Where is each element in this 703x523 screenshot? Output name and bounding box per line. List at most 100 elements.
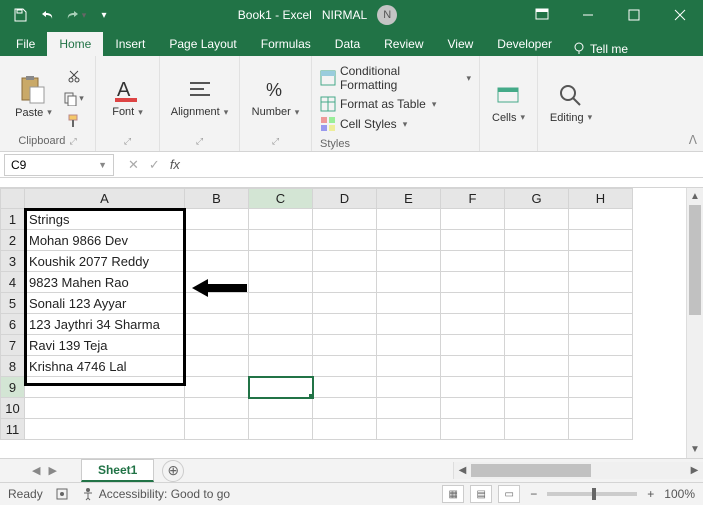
cell-G7[interactable] bbox=[505, 335, 569, 356]
cell-B7[interactable] bbox=[185, 335, 249, 356]
close-button[interactable] bbox=[657, 0, 703, 30]
page-layout-view-button[interactable]: ▤ bbox=[470, 485, 492, 503]
cell-A8[interactable]: Krishna 4746 Lal bbox=[25, 356, 185, 377]
cell-G4[interactable] bbox=[505, 272, 569, 293]
cell-H3[interactable] bbox=[569, 251, 633, 272]
cell-A5[interactable]: Sonali 123 Ayyar bbox=[25, 293, 185, 314]
cell-G5[interactable] bbox=[505, 293, 569, 314]
tab-data[interactable]: Data bbox=[323, 32, 372, 56]
tab-file[interactable]: File bbox=[4, 32, 47, 56]
paste-button[interactable]: Paste bbox=[11, 73, 56, 121]
cell-G9[interactable] bbox=[505, 377, 569, 398]
cell-F9[interactable] bbox=[441, 377, 505, 398]
zoom-in-button[interactable]: + bbox=[643, 487, 658, 501]
row-header-6[interactable]: 6 bbox=[1, 314, 25, 335]
cell-styles-button[interactable]: Cell Styles▾ bbox=[320, 114, 471, 134]
cell-H5[interactable] bbox=[569, 293, 633, 314]
cell-G11[interactable] bbox=[505, 419, 569, 440]
enter-formula-button[interactable]: ✓ bbox=[149, 157, 160, 173]
cell-E9[interactable] bbox=[377, 377, 441, 398]
cell-E4[interactable] bbox=[377, 272, 441, 293]
cell-G1[interactable] bbox=[505, 209, 569, 230]
cell-E6[interactable] bbox=[377, 314, 441, 335]
cell-E1[interactable] bbox=[377, 209, 441, 230]
cell-H9[interactable] bbox=[569, 377, 633, 398]
cell-B3[interactable] bbox=[185, 251, 249, 272]
cell-C11[interactable] bbox=[249, 419, 313, 440]
cell-E10[interactable] bbox=[377, 398, 441, 419]
cell-F10[interactable] bbox=[441, 398, 505, 419]
cell-D7[interactable] bbox=[313, 335, 377, 356]
vertical-scrollbar[interactable]: ▲ ▼ bbox=[686, 188, 703, 458]
cell-B11[interactable] bbox=[185, 419, 249, 440]
ribbon-options-button[interactable] bbox=[519, 0, 565, 30]
cell-G10[interactable] bbox=[505, 398, 569, 419]
zoom-slider[interactable] bbox=[547, 492, 637, 496]
row-header-9[interactable]: 9 bbox=[1, 377, 25, 398]
horizontal-scrollbar[interactable]: ◀ ▶ bbox=[453, 462, 703, 479]
tab-review[interactable]: Review bbox=[372, 32, 435, 56]
tell-me-search[interactable]: Tell me bbox=[572, 42, 628, 56]
cell-C10[interactable] bbox=[249, 398, 313, 419]
row-header-8[interactable]: 8 bbox=[1, 356, 25, 377]
cell-D5[interactable] bbox=[313, 293, 377, 314]
cancel-formula-button[interactable]: ✕ bbox=[128, 157, 139, 173]
cell-F11[interactable] bbox=[441, 419, 505, 440]
scroll-down-button[interactable]: ▼ bbox=[687, 441, 703, 458]
horizontal-scroll-thumb[interactable] bbox=[471, 464, 591, 477]
normal-view-button[interactable]: ▦ bbox=[442, 485, 464, 503]
cell-C3[interactable] bbox=[249, 251, 313, 272]
select-all-button[interactable] bbox=[1, 189, 25, 209]
qat-customize-button[interactable]: ▾ bbox=[92, 3, 116, 27]
cell-E8[interactable] bbox=[377, 356, 441, 377]
row-header-3[interactable]: 3 bbox=[1, 251, 25, 272]
cell-D9[interactable] bbox=[313, 377, 377, 398]
cell-F3[interactable] bbox=[441, 251, 505, 272]
row-header-7[interactable]: 7 bbox=[1, 335, 25, 356]
cell-C7[interactable] bbox=[249, 335, 313, 356]
cell-A11[interactable] bbox=[25, 419, 185, 440]
cell-A4[interactable]: 9823 Mahen Rao bbox=[25, 272, 185, 293]
cell-A7[interactable]: Ravi 139 Teja bbox=[25, 335, 185, 356]
font-group-button[interactable]: A Font bbox=[108, 74, 147, 120]
tab-formulas[interactable]: Formulas bbox=[249, 32, 323, 56]
cell-D11[interactable] bbox=[313, 419, 377, 440]
cell-D2[interactable] bbox=[313, 230, 377, 251]
cell-D1[interactable] bbox=[313, 209, 377, 230]
zoom-out-button[interactable]: − bbox=[526, 487, 541, 501]
tab-insert[interactable]: Insert bbox=[103, 32, 157, 56]
page-break-view-button[interactable]: ▭ bbox=[498, 485, 520, 503]
cell-D10[interactable] bbox=[313, 398, 377, 419]
save-button[interactable] bbox=[8, 3, 32, 27]
collapse-ribbon-button[interactable]: ᐱ bbox=[689, 133, 697, 147]
cell-B8[interactable] bbox=[185, 356, 249, 377]
editing-group-button[interactable]: Editing bbox=[546, 80, 596, 126]
cell-G8[interactable] bbox=[505, 356, 569, 377]
cell-E11[interactable] bbox=[377, 419, 441, 440]
macro-record-button[interactable] bbox=[55, 487, 69, 501]
cell-H1[interactable] bbox=[569, 209, 633, 230]
column-header-F[interactable]: F bbox=[441, 189, 505, 209]
row-header-4[interactable]: 4 bbox=[1, 272, 25, 293]
cell-D6[interactable] bbox=[313, 314, 377, 335]
cell-C1[interactable] bbox=[249, 209, 313, 230]
column-header-C[interactable]: C bbox=[249, 189, 313, 209]
maximize-button[interactable] bbox=[611, 0, 657, 30]
cell-E7[interactable] bbox=[377, 335, 441, 356]
row-header-1[interactable]: 1 bbox=[1, 209, 25, 230]
cell-F4[interactable] bbox=[441, 272, 505, 293]
accessibility-status[interactable]: Accessibility: Good to go bbox=[81, 487, 230, 501]
tab-home[interactable]: Home bbox=[47, 32, 103, 56]
fx-button[interactable]: fx bbox=[170, 157, 180, 172]
cell-A3[interactable]: Koushik 2077 Reddy bbox=[25, 251, 185, 272]
cell-F8[interactable] bbox=[441, 356, 505, 377]
row-header-2[interactable]: 2 bbox=[1, 230, 25, 251]
clipboard-launcher[interactable]: ⤢ bbox=[69, 136, 76, 147]
copy-button[interactable] bbox=[64, 90, 84, 108]
vertical-scroll-thumb[interactable] bbox=[689, 205, 701, 315]
cell-C9[interactable] bbox=[249, 377, 313, 398]
cell-B10[interactable] bbox=[185, 398, 249, 419]
formula-input[interactable] bbox=[190, 154, 703, 176]
cell-C5[interactable] bbox=[249, 293, 313, 314]
tab-page-layout[interactable]: Page Layout bbox=[157, 32, 248, 56]
